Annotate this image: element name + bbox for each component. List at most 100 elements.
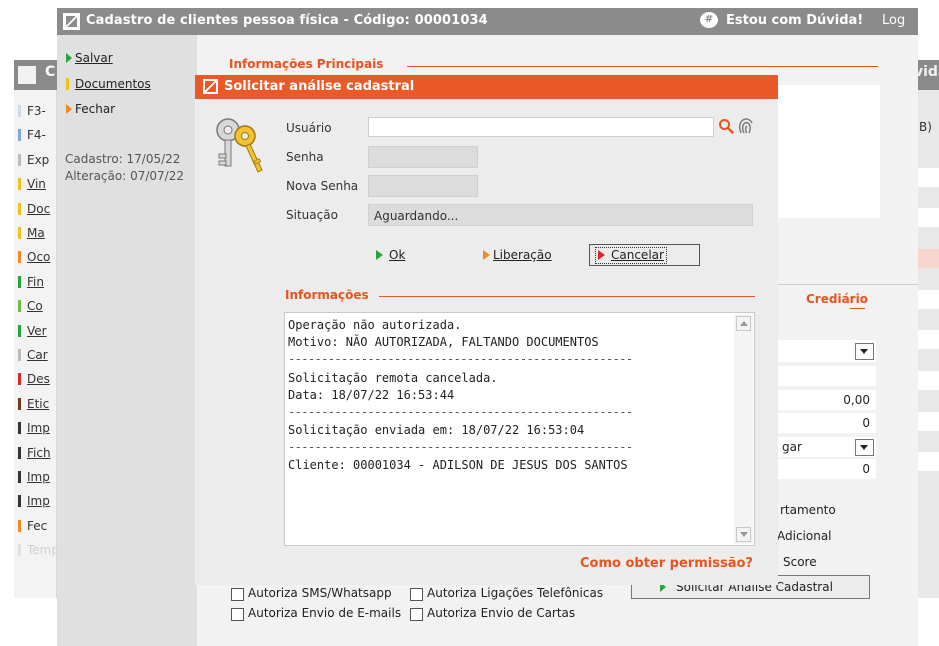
log-button[interactable]: Log <box>882 13 905 28</box>
background-sidebar-item-icon <box>18 495 21 508</box>
background-sidebar-item-icon <box>18 446 21 459</box>
background-sidebar-item[interactable]: Exp <box>18 153 49 167</box>
background-sidebar-item-label: Etic <box>27 396 50 411</box>
background-sidebar-item-label: Fich <box>27 445 51 460</box>
email-checkbox[interactable] <box>231 608 244 621</box>
cancel-button[interactable]: Cancelar <box>589 244 700 266</box>
background-sidebar-item-icon <box>18 471 21 483</box>
background-window-logo-icon <box>18 66 36 84</box>
background-sidebar-item-icon <box>18 251 21 264</box>
release-icon <box>483 250 490 260</box>
background-sidebar-item-label: Fec <box>27 518 48 533</box>
background-sidebar-item-label: Exp <box>27 152 50 167</box>
crediario-payment-value: gar <box>782 440 802 454</box>
analysis-dialog-title: Solicitar análise cadastral <box>224 79 415 94</box>
option-comportamento[interactable]: rtamento <box>780 503 836 517</box>
background-grid-row <box>918 412 939 431</box>
background-sidebar-item-icon <box>18 202 21 215</box>
crediario-field[interactable] <box>778 366 876 386</box>
search-icon[interactable] <box>718 118 734 134</box>
background-sidebar-item[interactable]: Fec <box>18 519 47 533</box>
background-sidebar-item[interactable]: Temp <box>18 543 59 557</box>
background-sidebar-item[interactable]: Vin <box>18 177 46 191</box>
background-sidebar-item-label: Car <box>27 348 48 362</box>
permission-help-link[interactable]: Como obter permissão? <box>580 556 753 571</box>
sms-checkbox[interactable] <box>231 588 244 601</box>
ok-icon <box>376 250 383 260</box>
option-score[interactable]: Score <box>783 555 817 569</box>
user-input[interactable] <box>368 117 714 137</box>
help-button[interactable]: Estou com Dúvida! <box>726 13 863 28</box>
scroll-down-icon[interactable] <box>736 527 751 542</box>
info-log-line: ----------------------------------------… <box>288 352 633 366</box>
photo-box[interactable] <box>778 85 880 218</box>
background-sidebar-item[interactable]: Ma <box>18 226 45 240</box>
background-sidebar-item[interactable]: Co <box>18 299 43 313</box>
info-log-line: Motivo: NÃO AUTORIZADA, FALTANDO DOCUMEN… <box>288 335 599 349</box>
dialog-logo-icon <box>203 79 218 94</box>
background-sidebar-item-label: F3- <box>27 104 46 118</box>
save-button[interactable]: Salvar <box>66 51 113 65</box>
background-sidebar-item[interactable]: Ver <box>18 324 47 338</box>
close-icon <box>66 104 72 114</box>
background-sidebar-item[interactable]: Fin <box>18 275 44 289</box>
crediario-payment-chevron-down-icon[interactable] <box>855 439 874 456</box>
help-chat-icon[interactable]: # <box>700 12 718 28</box>
background-sidebar-item-icon <box>18 324 21 337</box>
letters-checkbox[interactable] <box>410 608 423 621</box>
sms-checkbox-label: Autoriza SMS/Whatsapp <box>248 586 392 600</box>
save-icon <box>66 53 72 63</box>
background-sidebar-item-label: Fin <box>27 274 44 289</box>
crediario-select-chevron-down-icon[interactable] <box>855 343 874 360</box>
password-input[interactable] <box>368 146 478 168</box>
background-sidebar-item-icon <box>18 178 21 191</box>
section-divider <box>407 66 878 67</box>
fingerprint-icon[interactable] <box>738 117 754 135</box>
status-label: Situação <box>286 208 338 222</box>
crediario-value-field[interactable]: 0,00 <box>778 390 876 410</box>
background-right-fragment: B) <box>919 120 932 134</box>
close-button[interactable]: Fechar <box>66 102 115 116</box>
background-sidebar-item[interactable]: Etic <box>18 397 49 411</box>
crediario-days-field[interactable]: 0 <box>778 459 876 479</box>
background-sidebar-item-icon <box>18 153 21 166</box>
info-section-title: Informações <box>285 288 369 302</box>
calls-checkbox[interactable] <box>410 588 423 601</box>
background-sidebar-item-icon <box>18 397 21 410</box>
background-sidebar-item[interactable]: F3- <box>18 104 46 118</box>
background-sidebar-item-icon <box>18 373 21 386</box>
background-sidebar-item[interactable]: Imp <box>18 470 50 484</box>
scroll-up-icon[interactable] <box>736 316 751 331</box>
background-sidebar-item[interactable]: Imp <box>18 494 50 508</box>
background-sidebar-item[interactable]: Fich <box>18 446 51 460</box>
password-label: Senha <box>286 150 324 164</box>
keys-icon <box>214 114 264 174</box>
ok-button[interactable]: Ok <box>368 245 472 267</box>
crediario-count-field[interactable]: 0 <box>778 413 876 433</box>
background-sidebar-item[interactable]: Imp <box>18 421 50 435</box>
background-sidebar-item-label: Imp <box>27 421 50 436</box>
calls-checkbox-label: Autoriza Ligações Telefônicas <box>427 586 604 600</box>
email-checkbox-label: Autoriza Envio de E-mails <box>248 606 402 620</box>
documents-button[interactable]: Documentos <box>66 77 151 91</box>
new-password-label: Nova Senha <box>286 179 359 193</box>
background-sidebar-item-label: Des <box>27 372 50 387</box>
background-grid-row <box>918 290 939 309</box>
user-label: Usuário <box>286 121 332 135</box>
background-sidebar-item-icon <box>18 129 21 142</box>
background-sidebar-item[interactable]: Doc <box>18 202 50 216</box>
background-sidebar-item-label: Temp <box>27 543 59 558</box>
background-sidebar-item[interactable]: Car <box>18 348 48 362</box>
info-log-scrollbar[interactable] <box>734 314 753 544</box>
background-sidebar-item[interactable]: F4- <box>18 128 46 142</box>
background-window-title: C <box>45 64 56 80</box>
new-password-input[interactable] <box>368 175 478 197</box>
option-adicional[interactable]: Adicional <box>777 529 832 543</box>
background-sidebar-item[interactable]: Des <box>18 372 50 386</box>
background-sidebar-item-icon <box>18 300 21 313</box>
background-sidebar-item-icon <box>18 544 21 557</box>
background-sidebar-item-icon <box>18 519 21 532</box>
modified-date: Alteração: 07/07/22 <box>65 169 184 183</box>
background-sidebar-item[interactable]: Oco <box>18 250 50 264</box>
release-button[interactable]: Liberação <box>477 245 587 267</box>
